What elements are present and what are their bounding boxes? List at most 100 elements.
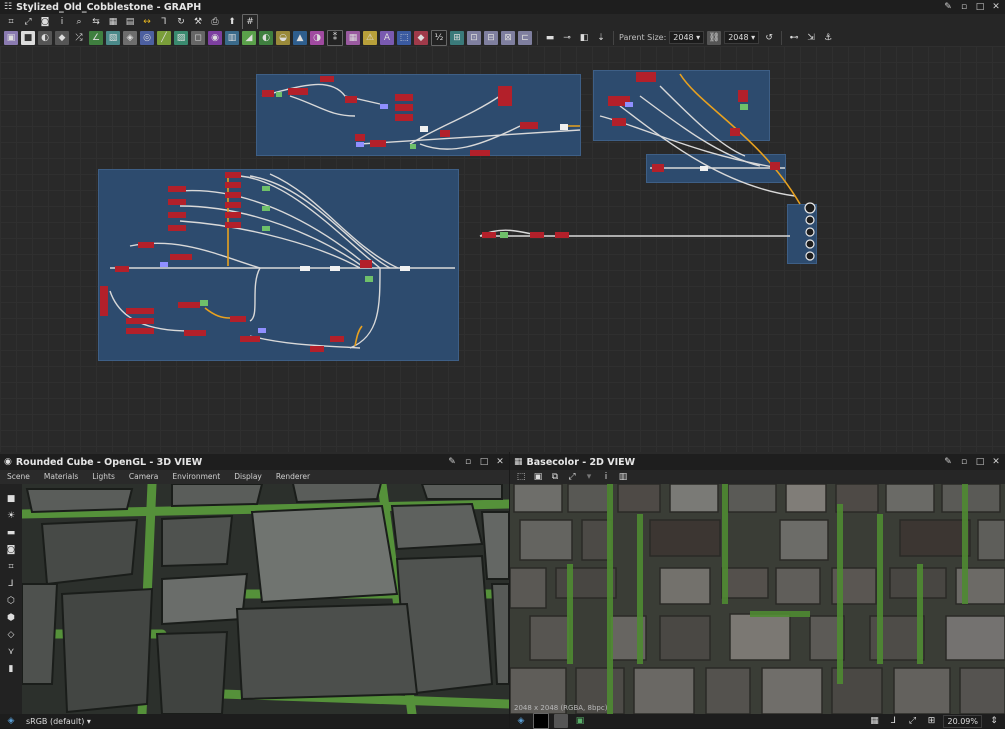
value-node-icon[interactable]: ½ — [431, 29, 447, 46]
menu-camera[interactable]: Camera — [129, 472, 158, 481]
fill-node-icon[interactable]: ◆ — [55, 30, 69, 45]
copy-icon[interactable]: ⧉ — [548, 470, 562, 484]
grid-icon[interactable]: ▤ — [123, 15, 137, 29]
gradient-map-node-icon[interactable]: ◑ — [310, 30, 324, 45]
gradient-node-icon[interactable]: ▧ — [106, 30, 120, 45]
float-icon[interactable]: ▫ — [959, 2, 969, 12]
gizmo-icon[interactable]: ⋎ — [4, 645, 18, 659]
pin-node-icon[interactable]: ⊏ — [518, 30, 532, 45]
speech-icon[interactable]: ▬ — [543, 31, 557, 45]
color-node-icon[interactable]: ◒ — [276, 30, 290, 45]
camera-icon[interactable]: ■ — [4, 492, 18, 506]
env-icon[interactable]: ▬ — [4, 526, 18, 540]
menu-display[interactable]: Display — [234, 472, 262, 481]
frame-node-icon[interactable]: ⊠ — [501, 30, 515, 45]
screenshot-icon[interactable]: ◙ — [4, 543, 18, 557]
maximize-icon[interactable]: □ — [975, 2, 985, 12]
zoom-field[interactable]: 20.09% — [943, 714, 982, 728]
save-icon[interactable]: ◧ — [577, 31, 591, 45]
2d-viewport[interactable] — [510, 484, 1005, 714]
text-node-icon[interactable]: A — [380, 30, 394, 45]
stats-icon[interactable]: ▮ — [4, 662, 18, 676]
fit-icon[interactable]: ⤢ — [565, 470, 579, 484]
anchor-icon[interactable]: ⚓ — [821, 31, 835, 45]
node-align-icon[interactable]: ⊷ — [787, 31, 801, 45]
uniform-node-icon[interactable]: ■ — [21, 30, 35, 45]
export-icon[interactable]: ⎙ — [208, 15, 222, 29]
save-icon[interactable]: ▣ — [531, 470, 545, 484]
align-icon[interactable]: ⅂ — [157, 15, 171, 29]
blend-node-icon[interactable]: ◈ — [123, 30, 137, 45]
screenshot-icon[interactable]: ◙ — [38, 15, 52, 29]
pin-icon[interactable]: ✎ — [447, 457, 457, 467]
menu-materials[interactable]: Materials — [44, 472, 78, 481]
bookmark-icon[interactable]: ⇣ — [594, 31, 608, 45]
shuffle-node-icon[interactable]: ⤮ — [72, 31, 86, 45]
close-icon[interactable]: ✕ — [991, 2, 1001, 12]
snap-grid-icon[interactable]: # — [242, 13, 258, 30]
frame-icon[interactable]: ⌗ — [4, 560, 18, 574]
node-graph-canvas[interactable] — [0, 46, 1005, 452]
output-node-icon[interactable]: ◆ — [414, 30, 428, 45]
tiling-icon[interactable]: ▣ — [573, 714, 587, 728]
pin-icon[interactable]: ✎ — [943, 2, 953, 12]
chain-link-icon[interactable]: ⛓ — [707, 30, 722, 45]
blur-node-icon[interactable]: ◎ — [140, 30, 154, 45]
link-icon[interactable]: ⇆ — [89, 15, 103, 29]
dot-node-icon[interactable]: ⊡ — [467, 30, 481, 45]
hsl-node-icon[interactable]: ▥ — [225, 30, 239, 45]
zoom-stepper-icon[interactable]: ⇕ — [987, 714, 1001, 728]
connect-icon[interactable]: ↔ — [140, 15, 154, 29]
histogram-icon[interactable]: ▥ — [616, 470, 630, 484]
plane-icon[interactable]: ◇ — [4, 628, 18, 642]
dot-link-icon[interactable]: ⊸ — [560, 31, 574, 45]
output-size-dropdown[interactable]: 2048 ▾ — [724, 31, 760, 44]
gray-bg-icon[interactable] — [554, 714, 568, 728]
menu-lights[interactable]: Lights — [92, 472, 115, 481]
close-icon[interactable]: ✕ — [495, 457, 505, 467]
distance-node-icon[interactable]: ╱ — [157, 30, 171, 45]
close-icon[interactable]: ✕ — [991, 457, 1001, 467]
reset-icon[interactable]: ↺ — [762, 31, 776, 45]
info-icon[interactable]: i — [55, 15, 69, 29]
menu-scene[interactable]: Scene — [7, 472, 30, 481]
rotate-icon[interactable]: ↻ — [174, 15, 188, 29]
fxmap-node-icon[interactable]: ⁑ — [327, 29, 343, 46]
3d-viewport[interactable] — [22, 484, 509, 714]
parent-size-dropdown[interactable]: 2048 ▾ — [669, 31, 705, 44]
pin-icon[interactable]: ✎ — [943, 457, 953, 467]
fit-view-icon[interactable]: ⤢ — [21, 15, 35, 29]
cube-icon[interactable]: ⬡ — [4, 594, 18, 608]
curve-node-icon[interactable]: ∠ — [89, 30, 103, 45]
transform-node-icon[interactable]: ◻ — [191, 30, 205, 45]
levels-node-icon[interactable]: ◉ — [208, 30, 222, 45]
input-node-icon[interactable]: ⊞ — [450, 30, 464, 45]
frame-select-icon[interactable]: ⌗ — [4, 15, 18, 29]
grayscale-node-icon[interactable]: ◐ — [38, 30, 52, 45]
normal-node-icon[interactable]: ◢ — [242, 30, 256, 45]
warning-node-icon[interactable]: ⚠ — [363, 30, 377, 45]
cube-outline-icon[interactable]: ⬢ — [4, 611, 18, 625]
light-icon[interactable]: ☀ — [4, 509, 18, 523]
float-icon[interactable]: ▫ — [959, 457, 969, 467]
wrench-icon[interactable]: ⚒ — [191, 15, 205, 29]
axis-icon[interactable]: ⅃ — [4, 577, 18, 591]
fit-view-icon[interactable]: ⤢ — [905, 714, 919, 728]
emboss-node-icon[interactable]: ◐ — [259, 30, 273, 45]
info-icon[interactable]: i — [599, 470, 613, 484]
histogram-node-icon[interactable]: ▲ — [293, 30, 307, 45]
black-bg-icon[interactable] — [533, 713, 549, 729]
zoom-icon[interactable]: ⊞ — [924, 714, 938, 728]
layout-icon[interactable]: ▦ — [106, 15, 120, 29]
layers-icon[interactable]: ◈ — [514, 714, 528, 728]
float-icon[interactable]: ▫ — [463, 457, 473, 467]
pixel-processor-icon[interactable]: ▦ — [346, 30, 360, 45]
colorspace-dropdown[interactable]: sRGB (default) ▾ — [23, 716, 94, 727]
warp-node-icon[interactable]: ▨ — [174, 30, 188, 45]
svg-node-icon[interactable]: ⬚ — [397, 30, 411, 45]
maximize-icon[interactable]: □ — [975, 457, 985, 467]
flip-icon[interactable]: ⇲ — [804, 31, 818, 45]
image-node-icon[interactable]: ▣ — [4, 30, 18, 45]
menu-renderer[interactable]: Renderer — [276, 472, 310, 481]
axis-toggle-icon[interactable]: ⅃ — [886, 714, 900, 728]
